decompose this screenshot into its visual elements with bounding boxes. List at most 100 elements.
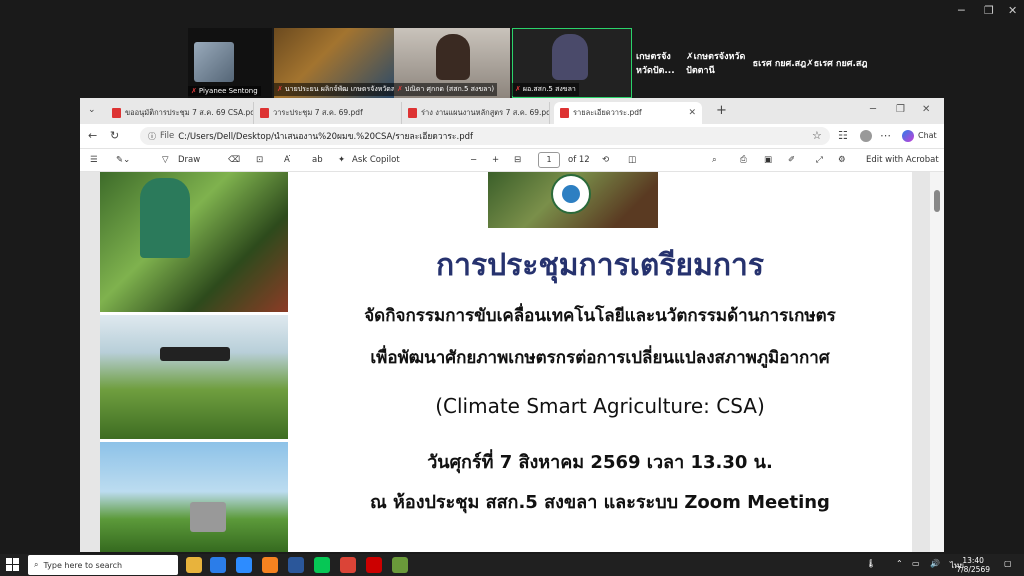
zoom-in-icon[interactable]: +	[492, 155, 499, 165]
back-arrow-icon[interactable]: ←	[88, 129, 97, 142]
document-line: จัดกิจกรรมการขับเคลื่อนเทคโนโลยีและนวัตก…	[364, 306, 836, 326]
windows-start-icon[interactable]	[6, 558, 19, 571]
print-icon[interactable]: ⎙	[740, 155, 747, 165]
acrobat-icon[interactable]	[366, 557, 382, 573]
search-icon[interactable]: ⌕	[712, 155, 717, 165]
file-explorer-icon[interactable]	[186, 557, 202, 573]
translate-icon[interactable]: ab	[312, 155, 323, 165]
participant-tile-active[interactable]: ✗ ผอ.สสก.5 สงขลา	[512, 28, 632, 98]
address-bar-row: ← ↻ ⓘ File C:/Users/Dell/Desktop/นำเสนอง…	[80, 124, 944, 148]
close-window-icon[interactable]: ✕	[922, 104, 930, 115]
pdf-viewer[interactable]: การประชุมการเตรียมการ จัดกิจกรรมการขับเค…	[80, 172, 944, 552]
page-count: of 12	[568, 155, 590, 165]
mic-muted-icon: ✗	[806, 59, 814, 69]
avatar	[552, 34, 588, 80]
settings-gear-icon[interactable]: ⚙	[838, 155, 846, 165]
network-icon[interactable]: ▭	[912, 559, 920, 568]
tab-bar: ⌄ ขออนุมัติการประชุม 7 ส.ค. 69 CSA.pdf ว…	[80, 98, 944, 124]
ask-copilot-button[interactable]: Ask Copilot	[352, 155, 400, 165]
favorite-star-icon[interactable]: ☆	[812, 129, 822, 142]
maximize-icon[interactable]: ❐	[984, 4, 994, 17]
participant-tile[interactable]: เกษตรจังหวัดปัต... ✗เกษตรจังหวัดปัตตานี	[636, 28, 746, 98]
highlight-icon[interactable]: ✎⌄	[116, 155, 130, 165]
close-tab-icon[interactable]: ✕	[688, 108, 696, 118]
copilot-icon[interactable]	[902, 130, 914, 142]
page-view-icon[interactable]: ◫	[628, 155, 636, 165]
line-icon[interactable]	[314, 557, 330, 573]
avatar	[436, 34, 470, 80]
tray-up-icon[interactable]: ⌃	[896, 559, 903, 568]
document-title: การประชุมการเตรียมการ	[436, 248, 764, 283]
search-icon: ⌕	[34, 560, 39, 569]
document-line: เพื่อพัฒนาศักยภาพเกษตรกรต่อการเปลี่ยนแปล…	[370, 348, 830, 368]
mic-muted-icon: ✗	[686, 52, 694, 62]
participant-tile[interactable]: ✗นายประยน ผลิกจ์พัฒ เกษตรจังหวัดสงขลา	[274, 28, 394, 98]
eraser-icon[interactable]: ⌫	[228, 155, 240, 165]
text-icon[interactable]: ⊡	[256, 155, 263, 165]
pdf-icon	[112, 108, 121, 118]
pdf-icon	[408, 108, 417, 118]
more-menu-icon[interactable]: ⋯	[880, 129, 891, 142]
notification-icon[interactable]: ▢	[1004, 559, 1012, 568]
system-clock[interactable]: 13:40 7/8/2569	[956, 556, 990, 574]
word-icon[interactable]	[288, 557, 304, 573]
pdf-page: การประชุมการเตรียมการ จัดกิจกรรมการขับเค…	[100, 172, 912, 552]
draw-button[interactable]: Draw	[178, 155, 200, 165]
tab-pdf-2[interactable]: วาระประชุม 7 ส.ค. 69.pdf	[254, 102, 402, 124]
edge-browser-window: ⌄ ขออนุมัติการประชุม 7 ส.ค. 69 CSA.pdf ว…	[80, 98, 944, 552]
profile-avatar[interactable]	[860, 130, 872, 142]
fullscreen-icon[interactable]: ⤢	[816, 155, 823, 165]
agency-logo	[551, 174, 591, 214]
pdf-toolbar: ☰ ✎⌄ ▽ Draw ⌫ ⊡ A͘ ab ✦ Ask Copilot − + …	[80, 148, 944, 172]
participant-tile[interactable]: ✗ Piyanee Sentong	[188, 28, 272, 98]
fit-page-icon[interactable]: ⊟	[514, 155, 521, 165]
mic-muted-icon: ✗	[515, 85, 521, 93]
thermometer-icon: 🌡	[866, 559, 877, 568]
document-line: (Climate Smart Agriculture: CSA)	[435, 394, 765, 418]
pdf-icon	[260, 108, 269, 118]
edit-with-acrobat-button[interactable]: Edit with Acrobat	[866, 155, 939, 165]
mic-muted-icon: ✗	[191, 87, 197, 95]
chat-button[interactable]: Chat	[918, 131, 937, 140]
minimize-icon[interactable]: ─	[870, 104, 876, 115]
copilot-small-icon: ✦	[338, 155, 346, 165]
refresh-icon[interactable]: ↻	[110, 129, 119, 142]
draw-icon[interactable]: ▽	[162, 155, 169, 165]
new-tab-icon[interactable]: +	[716, 103, 727, 118]
tab-pdf-1[interactable]: ขออนุมัติการประชุม 7 ส.ค. 69 CSA.pdf	[106, 102, 254, 124]
zoom-icon[interactable]	[236, 557, 252, 573]
participant-tile[interactable]: ธเรศ กยศ.สฎ ✗ธเรศ กยศ.สฎ	[750, 28, 870, 98]
tab-list-icon[interactable]: ⌄	[88, 105, 96, 115]
save-icon[interactable]: ▣	[764, 155, 772, 165]
taskbar-search-input[interactable]: ⌕ Type here to search	[28, 555, 178, 575]
url-input[interactable]: ⓘ File C:/Users/Dell/Desktop/นำเสนองาน%2…	[140, 127, 830, 145]
firefox-icon[interactable]	[262, 557, 278, 573]
contents-icon[interactable]: ☰	[90, 155, 98, 165]
volume-icon[interactable]: 🔊	[930, 559, 940, 568]
avatar	[194, 42, 234, 82]
page-number-input[interactable]: 1	[538, 152, 560, 168]
chrome-icon[interactable]	[340, 557, 356, 573]
tab-pdf-3[interactable]: ร่าง งานแผนงานหลักสูตร 7 ส.ค. 69.pdf	[402, 102, 550, 124]
drone-field-image	[100, 315, 288, 439]
zoom-out-icon[interactable]: −	[470, 155, 477, 165]
read-aloud-icon[interactable]: A͘	[284, 155, 290, 165]
favorites-icon[interactable]: ☷	[838, 129, 848, 142]
participant-tile[interactable]: ✗ ปณิดา ศุกกด (สสก.5 สงขลา)	[394, 28, 510, 98]
rotate-icon[interactable]: ⟲	[602, 155, 609, 165]
close-icon[interactable]: ✕	[1008, 4, 1017, 17]
zoom-title-bar: ─ ❐ ✕	[0, 0, 1024, 20]
document-venue: ณ ห้องประชุม สสก.5 สงขลา และระบบ Zoom Me…	[370, 492, 830, 513]
minimize-icon[interactable]: ─	[958, 4, 965, 17]
farmer-image	[100, 172, 288, 312]
scrollbar[interactable]	[930, 172, 944, 552]
save-as-icon[interactable]: ✐	[788, 155, 795, 165]
windows-taskbar: ⌕ Type here to search 🌡 ⌃ ▭ 🔊 ไทย 13:40 …	[0, 554, 1024, 576]
restore-icon[interactable]: ❐	[896, 104, 905, 115]
mic-muted-icon: ✗	[277, 85, 283, 93]
app-icon[interactable]	[392, 557, 408, 573]
edge-icon[interactable]	[210, 557, 226, 573]
tab-pdf-active[interactable]: รายละเอียดวาระ.pdf ✕	[554, 102, 702, 124]
logo-banner-image	[488, 172, 658, 228]
scrollbar-thumb[interactable]	[934, 190, 940, 212]
